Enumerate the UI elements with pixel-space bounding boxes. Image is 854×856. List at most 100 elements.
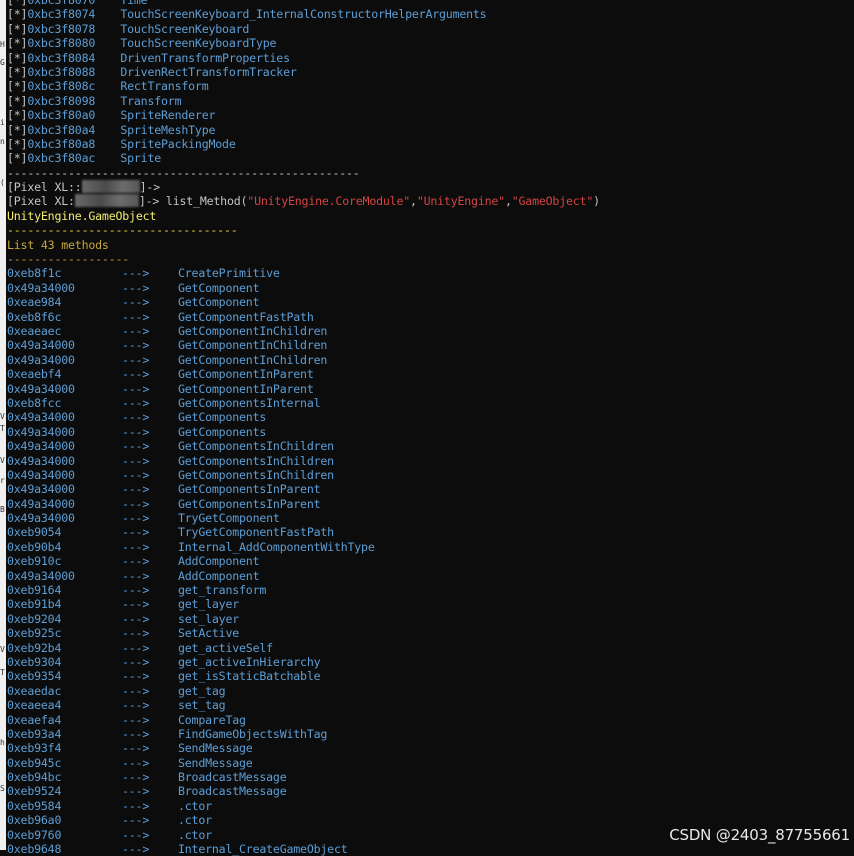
method-address: 0x49a34000 [7,482,75,497]
method-address: 0xeb93a4 [7,726,62,741]
method-arrow: ---> [122,611,150,626]
class-marker: [*] [7,136,28,151]
class-row: [*]0xbc3f808c RectTransform [7,79,847,93]
method-address: 0xeb94bc [7,770,62,785]
method-arrow: ---> [122,381,150,396]
class-marker: [*] [7,108,28,123]
method-arrow: ---> [122,338,150,353]
class-row: [*]0xbc3f8098 Transform [7,94,847,108]
class-list: [*]0xbc3f8070 Time [*]0xbc3f8074 TouchScree… [7,0,847,166]
class-name: SpriteRenderer [120,108,216,123]
method-address: 0x49a34000 [7,568,75,583]
class-row: [*]0xbc3f80a8 SpritePackingMode [7,137,847,151]
class-address: 0xbc3f80a0 [27,108,96,123]
method-arrow: ---> [122,798,150,813]
method-address: 0xeb96a0 [7,813,62,828]
method-row: 0xeb9054 ---> TryGetComponentFastPath [7,525,847,539]
class-address: 0xbc3f8080 [27,36,96,51]
method-address: 0xeaebf4 [7,367,62,382]
method-arrow: ---> [122,813,150,828]
prompt-prefix: [Pixel XL:: [7,180,82,195]
method-address: 0x49a34000 [7,496,75,511]
class-name: TouchScreenKeyboardType [120,36,277,51]
method-row: 0x49a34000 ---> GetComponents [7,410,847,424]
command-arg-module: "UnityEngine.CoreModule" [247,194,411,209]
method-address: 0xeb9204 [7,611,62,626]
method-row: 0x49a34000 ---> AddComponent [7,569,847,583]
method-arrow: ---> [122,467,150,482]
method-arrow: ---> [122,309,150,324]
method-address: 0xeb90b4 [7,539,62,554]
method-row: 0xeb8fcc ---> GetComponentsInternal [7,396,847,410]
method-row: 0xeb93f4 ---> SendMessage [7,741,847,755]
method-arrow: ---> [122,511,150,526]
class-row: [*]0xbc3f8070 Time [7,0,847,7]
method-address: 0x49a34000 [7,424,75,439]
method-address: 0xeb9164 [7,583,62,598]
command-arg-class: "GameObject" [511,194,594,209]
method-name: CompareTag [178,712,246,727]
class-marker: [*] [7,21,28,36]
method-row: 0x49a34000 ---> GetComponentInParent [7,382,847,396]
method-row: 0xeb92b4 ---> get_activeSelf [7,641,847,655]
method-name: GetComponentInChildren [178,323,328,338]
method-name: GetComponents [178,424,267,439]
method-arrow: ---> [122,683,150,698]
method-address: 0x49a34000 [7,410,75,425]
method-address: 0xeb8fcc [7,395,62,410]
method-arrow: ---> [122,784,150,799]
method-arrow: ---> [122,597,150,612]
list-header: List 43 methods [7,237,109,252]
method-name: TryGetComponent [178,511,280,526]
method-name: GetComponentsInParent [178,496,321,511]
method-name: SendMessage [178,755,253,770]
class-address: 0xbc3f8088 [27,64,96,79]
method-arrow: ---> [122,539,150,554]
class-marker: [*] [7,64,28,79]
class-name: DrivenTransformProperties [120,50,290,65]
method-address: 0xeb925c [7,626,62,641]
method-address: 0x49a34000 [7,352,75,367]
method-address: 0xeb9054 [7,525,62,540]
method-arrow: ---> [122,827,150,842]
class-address: 0xbc3f808c [27,79,96,94]
method-arrow: ---> [122,842,150,856]
class-marker: [*] [7,36,28,51]
method-row: 0x49a34000 ---> TryGetComponent [7,511,847,525]
command-function: list_Method( [159,194,248,209]
method-name: BroadcastMessage [178,784,287,799]
method-address: 0xeaefa4 [7,712,62,727]
redacted-device-id [81,180,140,194]
class-marker: [*] [7,122,28,137]
method-address: 0xeb9760 [7,827,62,842]
class-address: 0xbc3f80a8 [27,136,96,151]
class-marker: [*] [7,93,28,108]
method-row: 0xeb9354 ---> get_isStaticBatchable [7,669,847,683]
method-name: GetComponentInParent [178,367,314,382]
class-row: [*]0xbc3f80ac Sprite [7,151,847,165]
method-name: get_transform [178,583,267,598]
method-name: get_tag [178,683,226,698]
method-name: GetComponentsInParent [178,482,321,497]
method-arrow: ---> [122,525,150,540]
class-row: [*]0xbc3f80a4 SpriteMeshType [7,123,847,137]
class-name: DrivenRectTransformTracker [120,64,297,79]
method-row: 0x49a34000 ---> GetComponentsInChildren [7,468,847,482]
method-arrow: ---> [122,770,150,785]
method-address: 0xeb9354 [7,669,62,684]
method-name: .ctor [178,827,212,842]
prompt-line-1: [Pixel XL::]-> [7,180,847,194]
method-name: GetComponentsInChildren [178,453,334,468]
method-arrow: ---> [122,626,150,641]
class-marker: [*] [7,151,28,166]
method-row: 0xeb910c ---> AddComponent [7,554,847,568]
method-address: 0xeb9304 [7,654,62,669]
method-row: 0xeb945c ---> SendMessage [7,756,847,770]
method-address: 0xeaeaec [7,323,62,338]
method-name: get_activeInHierarchy [178,654,321,669]
method-name: GetComponentFastPath [178,309,314,324]
method-arrow: ---> [122,568,150,583]
method-name: CreatePrimitive [178,266,280,281]
method-name: get_layer [178,597,240,612]
method-arrow: ---> [122,755,150,770]
